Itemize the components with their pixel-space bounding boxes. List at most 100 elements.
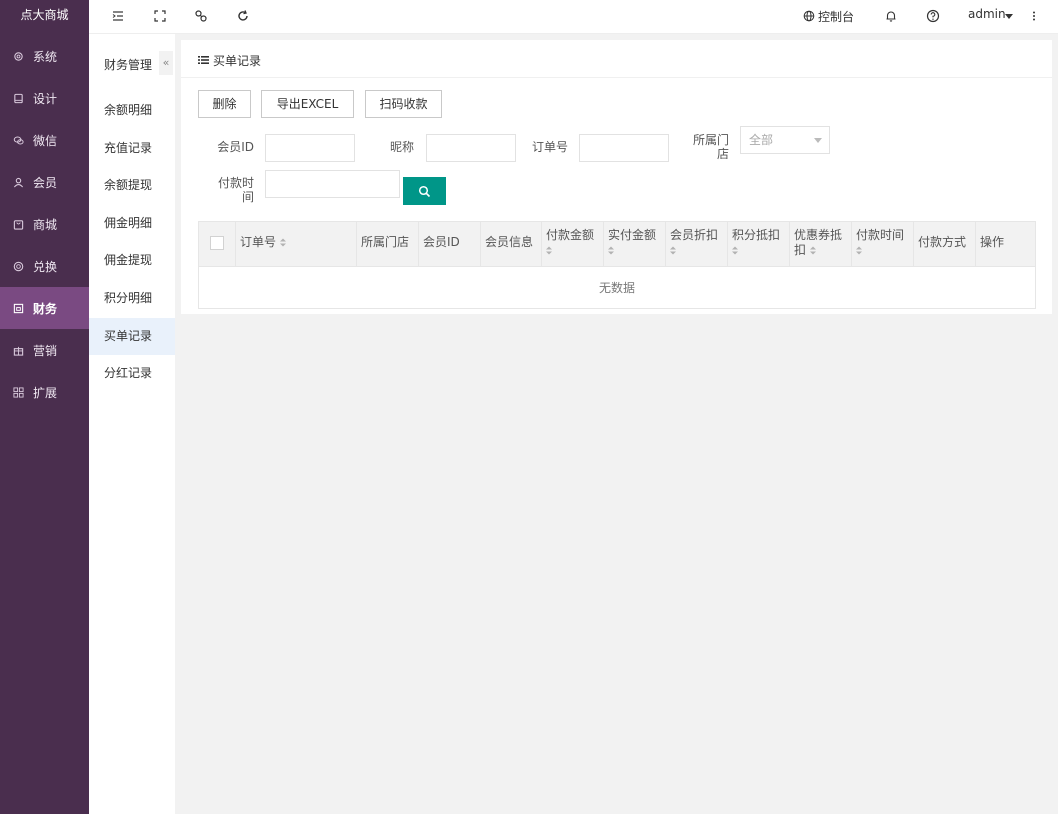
app-logo[interactable]: 点大商城 <box>0 0 89 30</box>
sort-icon[interactable] <box>809 246 816 255</box>
collapse-icon[interactable]: « <box>159 51 173 75</box>
sidebar-item-exchange[interactable]: 兑换 <box>0 245 89 287</box>
monitor-icon <box>13 93 24 104</box>
gift-icon <box>13 345 24 356</box>
sidebar-item-system[interactable]: 系统 <box>0 35 89 77</box>
sort-icon[interactable] <box>608 246 614 255</box>
sort-icon[interactable] <box>856 246 862 255</box>
help-icon[interactable] <box>926 9 940 23</box>
select-all-checkbox[interactable] <box>210 236 224 250</box>
sidebar-item-label: 营销 <box>33 343 58 358</box>
top-bar: 控制台 admin <box>89 0 1058 34</box>
sort-icon[interactable] <box>670 246 676 255</box>
sidebar-item-mall[interactable]: 商城 <box>0 203 89 245</box>
sidebar-item-wechat[interactable]: 微信 <box>0 119 89 161</box>
subnav-item-recharge[interactable]: 充值记录 <box>89 130 175 167</box>
col-label: 付款时间 <box>856 228 905 242</box>
globe-icon <box>803 10 815 22</box>
col-label: 付款金额 <box>546 228 595 242</box>
empty-state: 无数据 <box>598 281 635 295</box>
sidebar-item-finance[interactable]: 财务 <box>0 287 89 329</box>
sort-icon[interactable] <box>279 238 286 247</box>
gear-icon <box>13 51 24 62</box>
sidebar-item-label: 兑换 <box>33 259 58 274</box>
col-label: 优惠券抵扣 <box>794 228 843 257</box>
menu-fold-icon[interactable] <box>111 9 125 23</box>
col-label: 付款方式 <box>918 235 967 249</box>
sidebar-item-marketing[interactable]: 营销 <box>0 329 89 371</box>
subnav-item-commission-detail[interactable]: 佣金明细 <box>89 205 175 242</box>
order-no-input[interactable] <box>579 134 669 162</box>
finance-icon <box>13 303 24 314</box>
sidebar-item-design[interactable]: 设计 <box>0 77 89 119</box>
link-icon[interactable] <box>194 9 208 23</box>
table-header: 订单号 所属门店 会员ID 会员信息 付款金额 实付金额 会员折扣 积分抵扣 优… <box>199 222 1035 267</box>
col-order-no[interactable]: 订单号 <box>236 222 357 267</box>
col-label: 订单号 <box>240 235 277 249</box>
sidebar-item-label: 财务 <box>33 301 58 316</box>
records-table: 订单号 所属门店 会员ID 会员信息 付款金额 实付金额 会员折扣 积分抵扣 优… <box>198 221 1036 309</box>
delete-button[interactable]: 删除 <box>198 90 251 118</box>
pay-time-input[interactable] <box>265 170 400 198</box>
sidebar-item-label: 扩展 <box>33 385 58 400</box>
col-label: 所属门店 <box>361 235 410 249</box>
subnav-item-dividend[interactable]: 分红记录 <box>89 355 175 392</box>
col-store: 所属门店 <box>357 222 419 267</box>
scan-pay-button[interactable]: 扫码收款 <box>365 90 442 118</box>
pay-time-label: 付款时间 <box>217 176 254 204</box>
col-label: 操作 <box>980 235 1005 249</box>
sidebar-item-label: 微信 <box>33 133 58 148</box>
grid-icon <box>13 386 24 398</box>
bell-icon[interactable] <box>884 9 898 23</box>
col-label: 会员ID <box>423 235 460 249</box>
refresh-icon[interactable] <box>236 9 250 23</box>
member-id-label: 会员ID <box>217 140 254 154</box>
main-sidebar: 点大商城 系统 设计 微信 会员 商城 兑换 财务 营销 扩展 <box>0 0 89 814</box>
order-no-label: 订单号 <box>531 140 568 154</box>
member-id-input[interactable] <box>265 134 355 162</box>
col-pay-amount[interactable]: 付款金额 <box>542 222 604 267</box>
col-paid-amount[interactable]: 实付金额 <box>604 222 666 267</box>
col-actions: 操作 <box>976 222 1035 267</box>
col-pay-method: 付款方式 <box>914 222 976 267</box>
sort-icon[interactable] <box>732 246 738 255</box>
col-pay-time[interactable]: 付款时间 <box>852 222 914 267</box>
user-icon <box>13 177 24 188</box>
subnav-item-pay-records[interactable]: 买单记录 <box>89 318 175 355</box>
chevron-down-icon[interactable] <box>1005 14 1013 19</box>
console-link[interactable]: 控制台 <box>818 8 854 25</box>
sort-icon[interactable] <box>546 246 552 255</box>
subnav-item-points-detail[interactable]: 积分明细 <box>89 280 175 317</box>
bag-icon <box>13 219 24 230</box>
search-button[interactable] <box>403 177 446 205</box>
col-member-discount[interactable]: 会员折扣 <box>666 222 728 267</box>
store-select-value: 全部 <box>749 133 774 147</box>
col-points-deduct[interactable]: 积分抵扣 <box>728 222 790 267</box>
sub-sidebar: 财务管理 « 余额明细 充值记录 余额提现 佣金明细 佣金提现 积分明细 买单记… <box>89 0 175 814</box>
store-label: 所属门店 <box>692 133 729 161</box>
more-icon[interactable] <box>1031 9 1037 23</box>
exchange-icon <box>13 261 24 272</box>
subnav-item-balance-detail[interactable]: 余额明细 <box>89 92 175 129</box>
user-menu[interactable]: admin <box>968 7 1006 21</box>
sidebar-item-extension[interactable]: 扩展 <box>0 371 89 413</box>
wechat-icon <box>13 135 24 146</box>
chevron-down-icon <box>814 138 822 143</box>
store-select[interactable]: 全部 <box>740 126 830 154</box>
col-label: 会员信息 <box>485 235 534 249</box>
sidebar-item-member[interactable]: 会员 <box>0 161 89 203</box>
col-label: 实付金额 <box>608 228 657 242</box>
subnav-item-balance-withdraw[interactable]: 余额提现 <box>89 167 175 204</box>
sidebar-item-label: 商城 <box>33 217 58 232</box>
select-all-cell <box>199 222 236 267</box>
col-label: 会员折扣 <box>670 228 719 242</box>
subnav-title: 财务管理 <box>104 58 153 72</box>
nickname-label: 昵称 <box>389 140 414 154</box>
col-coupon-deduct[interactable]: 优惠券抵扣 <box>790 222 852 267</box>
subnav-item-commission-withdraw[interactable]: 佣金提现 <box>89 242 175 279</box>
export-excel-button[interactable]: 导出EXCEL <box>261 90 354 118</box>
list-icon <box>198 54 209 64</box>
fullscreen-icon[interactable] <box>153 9 167 23</box>
col-member-id: 会员ID <box>419 222 481 267</box>
nickname-input[interactable] <box>426 134 516 162</box>
